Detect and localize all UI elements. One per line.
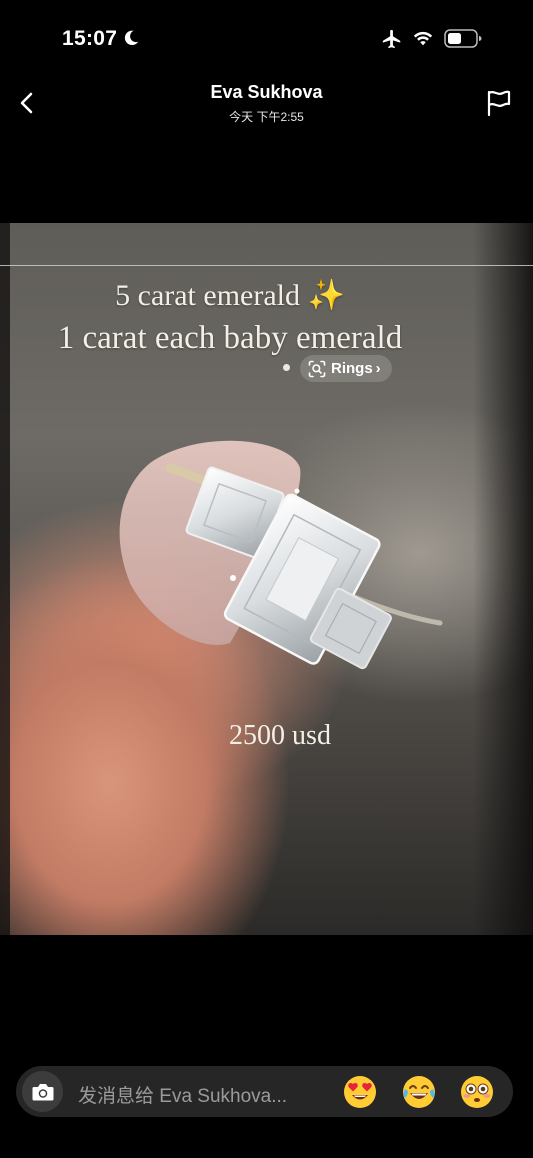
visual-lookup-chip[interactable]: Rings › xyxy=(300,355,392,382)
airplane-icon xyxy=(382,29,401,49)
chevron-right-icon: › xyxy=(375,360,381,377)
caption-line-1: 5 carat emerald ✨ xyxy=(115,279,345,312)
status-bar: 15:07 xyxy=(0,0,533,70)
story-photo[interactable]: 5 carat emerald ✨ 1 carat each baby emer… xyxy=(0,223,533,935)
tears-of-joy-emoji-button[interactable] xyxy=(401,1074,437,1110)
message-timestamp: 今天 下午2:55 xyxy=(229,110,304,124)
caption-line-2: 1 carat each baby emerald xyxy=(57,320,403,356)
message-composer: 发消息给 Eva Sukhova... xyxy=(16,1066,513,1117)
moon-icon xyxy=(124,30,139,46)
camera-icon xyxy=(32,1083,53,1100)
price-label: 2500 usd xyxy=(229,720,331,751)
battery-icon xyxy=(444,29,482,48)
chat-header: Eva Sukhova 今天 下午2:55 xyxy=(0,70,533,140)
visual-lookup-icon xyxy=(308,360,326,377)
visual-lookup-label: Rings xyxy=(331,360,373,377)
status-time: 15:07 xyxy=(62,27,118,50)
contact-name[interactable]: Eva Sukhova xyxy=(0,82,533,103)
camera-button[interactable] xyxy=(22,1071,63,1112)
wifi-icon xyxy=(413,31,433,46)
flushed-emoji-button[interactable] xyxy=(459,1074,495,1110)
heart-eyes-emoji-button[interactable] xyxy=(342,1074,378,1110)
dot-indicator xyxy=(283,364,290,371)
flag-icon[interactable] xyxy=(484,87,514,119)
message-input[interactable]: 发消息给 Eva Sukhova... xyxy=(78,1081,318,1108)
